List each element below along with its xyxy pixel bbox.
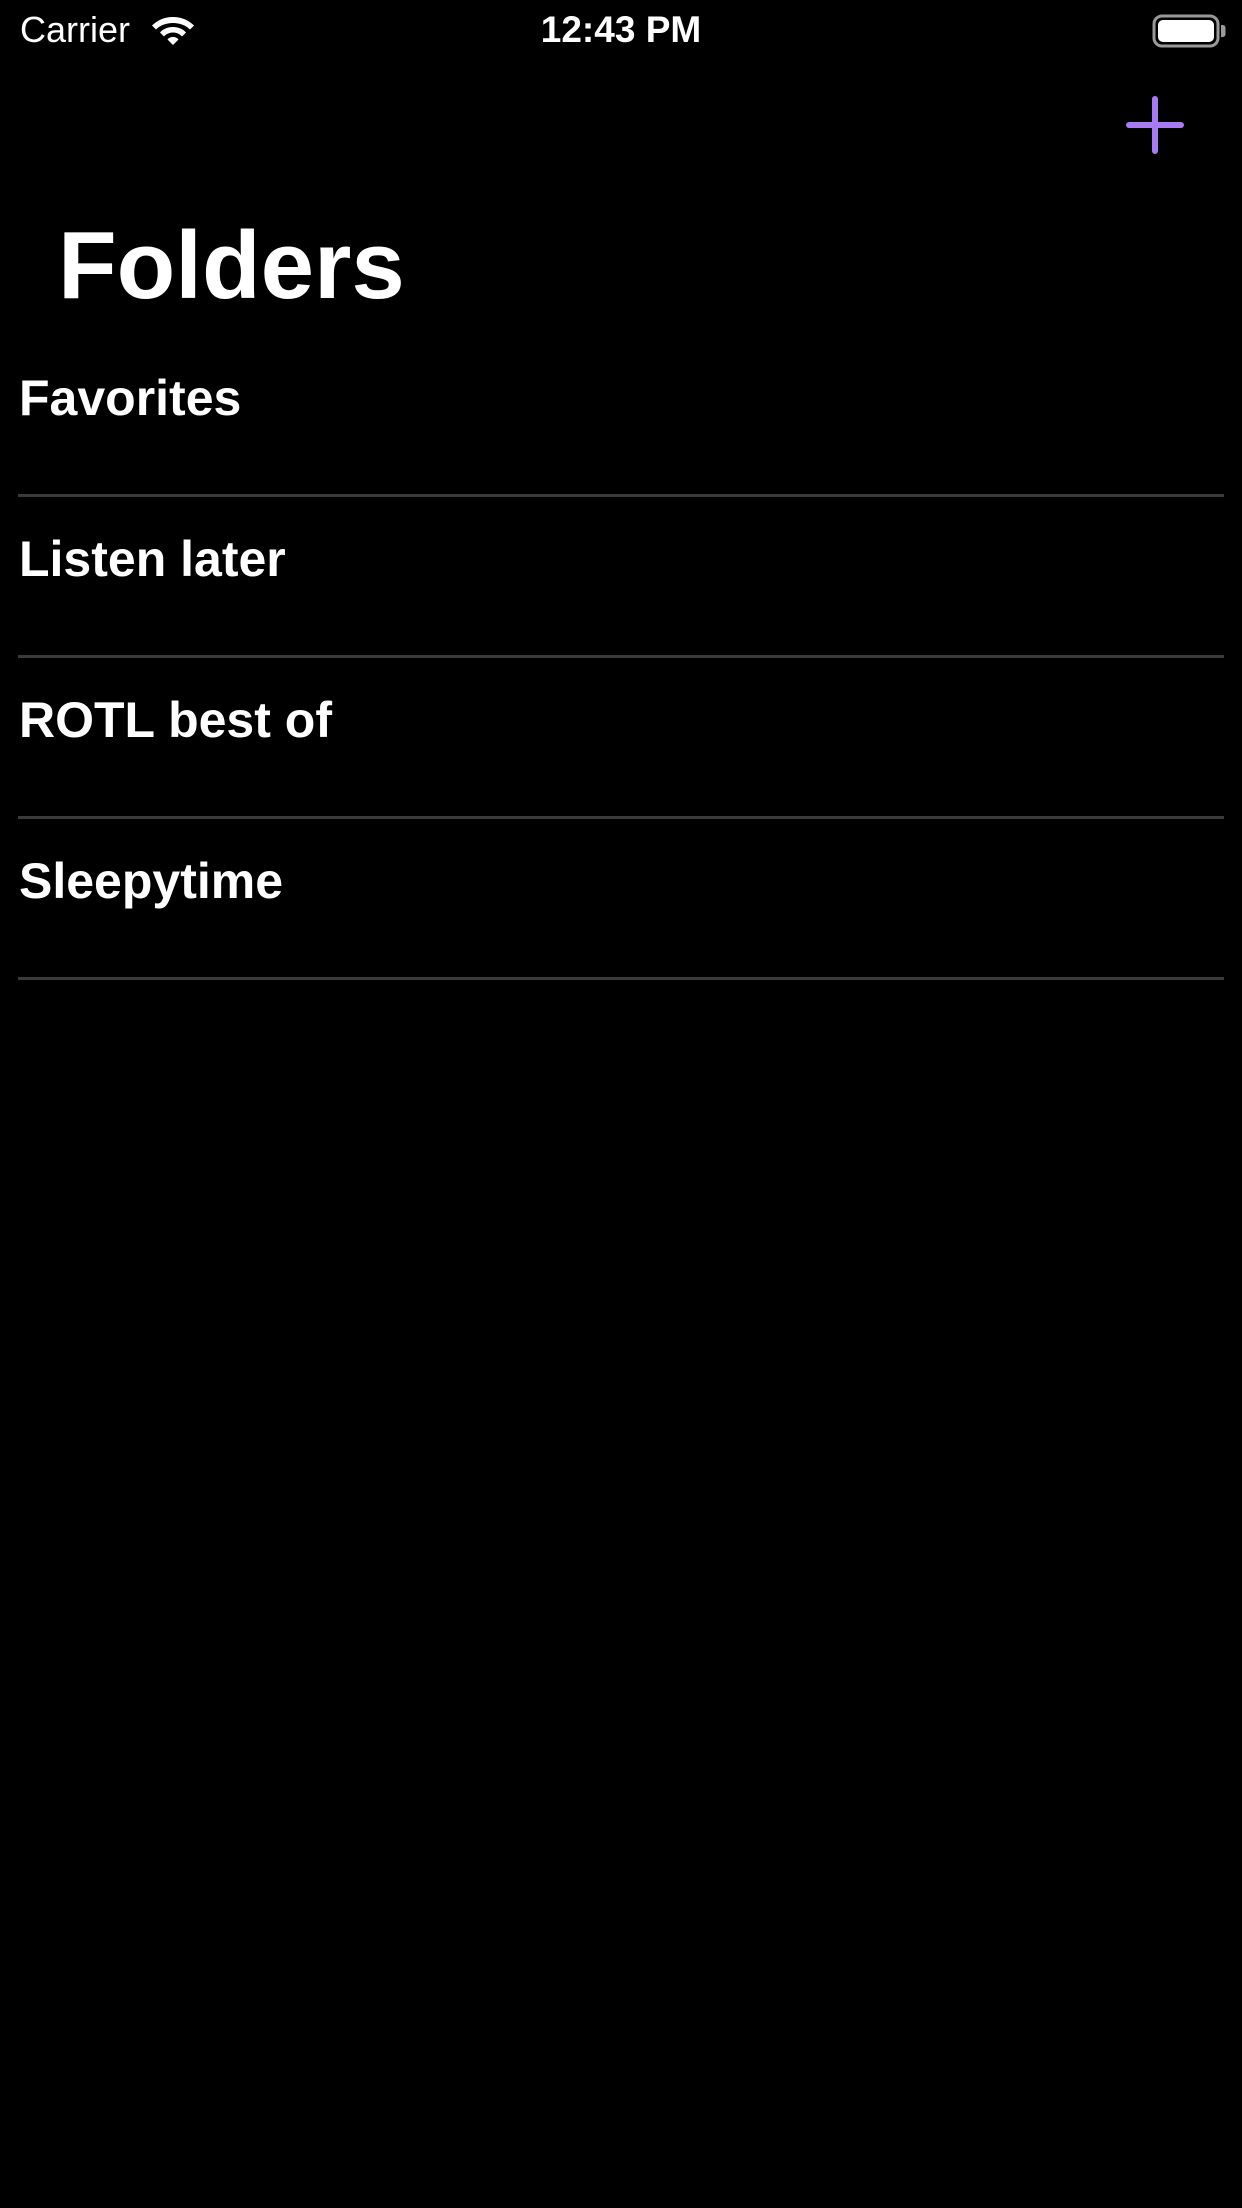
folder-label: ROTL best of <box>19 692 332 748</box>
status-time: 12:43 PM <box>540 9 702 50</box>
row-divider <box>18 977 1224 980</box>
plus-icon <box>1126 96 1184 154</box>
folder-row-favorites[interactable]: Favorites <box>0 336 1242 497</box>
page-title: Folders <box>58 212 405 319</box>
folder-row-listen-later[interactable]: Listen later <box>0 497 1242 658</box>
folder-label: Sleepytime <box>19 853 284 909</box>
add-folder-button[interactable] <box>1120 90 1190 160</box>
folder-list: Favorites Listen later ROTL best of Slee… <box>0 336 1242 980</box>
folder-row-rotl-best-of[interactable]: ROTL best of <box>0 658 1242 819</box>
status-bar: Carrier 12:43 PM <box>0 0 1242 60</box>
folder-row-sleepytime[interactable]: Sleepytime <box>0 819 1242 980</box>
folder-label: Favorites <box>19 370 242 426</box>
battery-full-icon <box>1152 14 1226 48</box>
folder-label: Listen later <box>19 531 286 587</box>
